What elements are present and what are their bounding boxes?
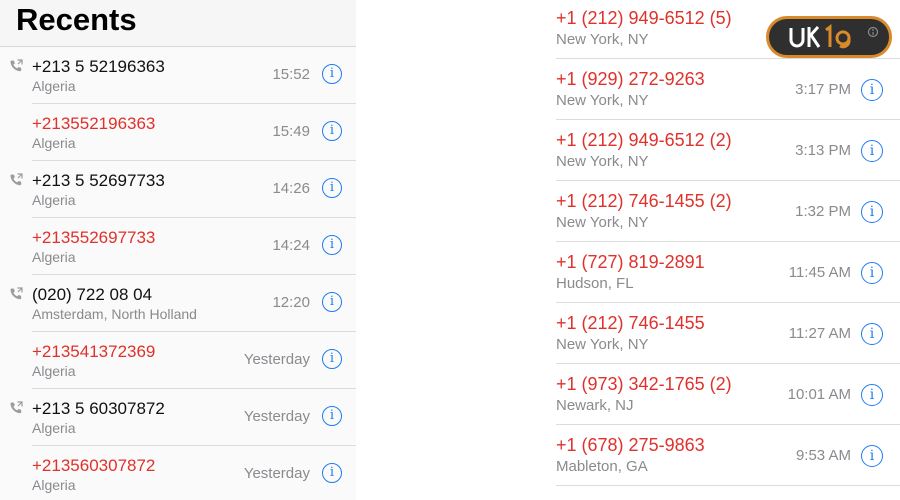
call-time: 10:01 AM (787, 386, 851, 403)
call-row[interactable]: +213541372369 Algeria Yesterday i (32, 332, 356, 389)
page-title: Recents (16, 2, 137, 37)
call-number: +213 5 60307872 (32, 399, 165, 418)
info-circle-icon[interactable]: i (861, 323, 883, 345)
info-circle-icon[interactable]: i (322, 64, 342, 84)
info-circle-icon[interactable]: i (861, 201, 883, 223)
call-number: +1 (727) 819-2891 (556, 252, 705, 272)
call-time: 14:26 (272, 180, 310, 197)
call-number: +1 (678) 275-9863 (556, 435, 705, 455)
call-number: +213552196363 (32, 114, 156, 133)
info-circle-icon[interactable]: i (322, 349, 342, 369)
call-time: 12:20 (272, 294, 310, 311)
call-time: 14:24 (272, 237, 310, 254)
call-time: 11:27 AM (788, 325, 851, 342)
call-location: New York, NY (556, 31, 649, 48)
info-circle-icon[interactable]: i (322, 463, 342, 483)
call-row[interactable]: +1 (929) 272-9263 New York, NY 3:17 PM i (556, 59, 900, 120)
call-row[interactable]: +1 (212) 949-6512 (2) New York, NY 3:13 PM… (556, 120, 900, 181)
info-circle-icon[interactable]: i (322, 406, 342, 426)
info-circle-icon[interactable]: i (861, 384, 883, 406)
info-circle-icon[interactable]: i (861, 262, 883, 284)
call-location: Algeria (32, 420, 76, 436)
call-number: (020) 722 08 04 (32, 285, 153, 304)
call-location: New York, NY (556, 92, 649, 109)
call-location: Algeria (32, 249, 76, 265)
call-time: Yesterday (243, 351, 310, 368)
right-recents-panel: +1 (212) 949-6512 (5) New York, NY +1 (929… (556, 0, 900, 500)
call-row[interactable]: +1 (727) 819-2891 Hudson, FL 11:45 AM i (556, 242, 900, 303)
call-number: +1 (929) 272-9263 (556, 69, 705, 89)
call-number: +213541372369 (32, 342, 156, 361)
call-row[interactable]: +213552196363 Algeria 15:49 i (32, 104, 356, 161)
call-location: Algeria (32, 78, 76, 94)
call-location: New York, NY (556, 214, 649, 231)
info-circle-icon[interactable]: i (322, 121, 342, 141)
call-row[interactable]: +1 (212) 746-1455 New York, NY 11:27 AM i (556, 303, 900, 364)
call-row[interactable]: +1 (678) 275-9863 Mableton, GA 9:53 AM i (556, 425, 900, 486)
call-number: +213552697733 (32, 228, 156, 247)
call-time: Yesterday (243, 465, 310, 482)
call-number: +1 (212) 949-6512 (2) (556, 130, 732, 150)
call-location: Algeria (32, 477, 76, 493)
call-time: Yesterday (243, 408, 310, 425)
phone-outgoing-icon (9, 59, 23, 73)
recents-header: Recents (0, 0, 356, 47)
call-row[interactable]: +1 (212) 746-1455 (2) New York, NY 1:32 PM… (556, 181, 900, 242)
call-time: 15:49 (272, 123, 310, 140)
call-number: +1 (973) 342-1765 (2) (556, 374, 732, 394)
call-number: +1 (212) 746-1455 (556, 313, 705, 333)
call-time: 9:53 AM (795, 447, 851, 464)
call-time: 3:13 PM (795, 142, 851, 159)
call-location: Amsterdam, North Holland (32, 306, 197, 322)
call-location: Algeria (32, 192, 76, 208)
phone-outgoing-icon (9, 287, 23, 301)
call-row[interactable]: (020) 722 08 04 Amsterdam, North Holland 1… (10, 275, 356, 332)
info-circle-icon[interactable]: i (861, 79, 883, 101)
call-location: New York, NY (556, 336, 649, 353)
info-circle-icon[interactable]: i (322, 178, 342, 198)
call-location: Hudson, FL (556, 275, 634, 292)
left-call-list: +213 5 52196363 Algeria 15:52 i +21355219636… (0, 47, 356, 500)
call-row[interactable]: +213560307872 Algeria Yesterday i (32, 446, 356, 500)
call-time: 15:52 (272, 66, 310, 83)
call-number: +213 5 52196363 (32, 57, 165, 76)
info-circle-icon[interactable]: i (322, 235, 342, 255)
watermark-logo (766, 16, 892, 58)
call-location: New York, NY (556, 153, 649, 170)
call-time: 3:17 PM (795, 81, 851, 98)
call-row[interactable]: +213 5 60307872 Algeria Yesterday i (10, 389, 356, 446)
call-location: Mableton, GA (556, 458, 648, 475)
call-number: +213560307872 (32, 456, 156, 475)
call-row[interactable]: +213 5 52196363 Algeria 15:52 i (10, 47, 356, 104)
call-number: +1 (212) 746-1455 (2) (556, 191, 732, 211)
call-location: Algeria (32, 363, 76, 379)
call-location: Newark, NJ (556, 397, 634, 414)
phone-outgoing-icon (9, 173, 23, 187)
info-circle-icon[interactable]: i (861, 445, 883, 467)
info-circle-icon[interactable]: i (322, 292, 342, 312)
call-time: 11:45 AM (788, 264, 851, 281)
call-row[interactable]: +213 5 52697733 Algeria 14:26 i (10, 161, 356, 218)
phone-outgoing-icon (9, 401, 23, 415)
call-time: 1:32 PM (795, 203, 851, 220)
call-location: Algeria (32, 135, 76, 151)
info-circle-icon[interactable]: i (861, 140, 883, 162)
call-row[interactable]: +1 (973) 342-1765 (2) Newark, NJ 10:01 AM i (556, 364, 900, 425)
call-row[interactable]: +213552697733 Algeria 14:24 i (32, 218, 356, 275)
left-recents-panel: Recents +213 5 52196363 Algeria 15:52 i +213… (0, 0, 356, 500)
call-number: +213 5 52697733 (32, 171, 165, 190)
call-number: +1 (212) 949-6512 (5) (556, 8, 732, 28)
